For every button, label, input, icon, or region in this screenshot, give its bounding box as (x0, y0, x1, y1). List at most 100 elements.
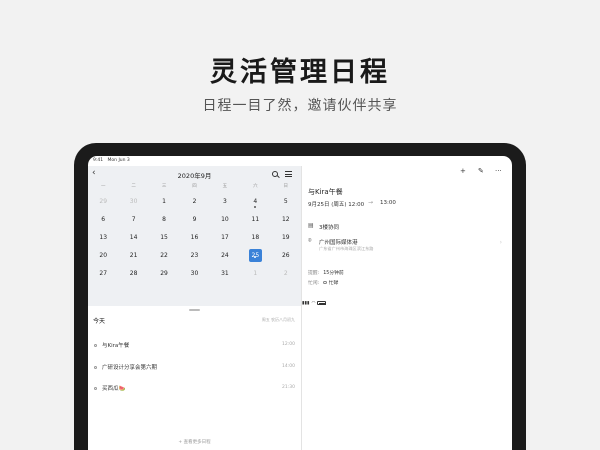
event-item-time: 21:30 (282, 385, 295, 390)
day-number: 30 (190, 269, 199, 277)
status-clock: 9:41 (93, 158, 104, 163)
menu-icon[interactable] (285, 171, 292, 177)
day-cell[interactable]: 30 (118, 192, 148, 210)
event-item-title: 广研设计分享会第六期 (102, 365, 158, 371)
app-screen: 9:41 Mon Jun 3 ▮▮▮ ◠ ‹ 2020年9月 一二三四五六日 2… (88, 156, 512, 450)
month-calendar: ‹ 2020年9月 一二三四五六日 29 30 1 2 3 4 5 6 7 8 9 10 11 12 13 1… (88, 166, 301, 306)
day-number: 12 (281, 215, 290, 223)
day-number: 31 (221, 269, 229, 277)
drag-handle[interactable] (189, 309, 200, 311)
day-number: 3 (223, 197, 227, 205)
day-cell[interactable]: 11 (240, 210, 270, 228)
day-cell[interactable]: 22 (149, 246, 179, 264)
day-number: 18 (251, 233, 260, 241)
day-cell[interactable]: 29 (149, 264, 179, 282)
day-number: 16 (190, 233, 199, 241)
day-cell[interactable]: 26 (271, 246, 301, 264)
reminder-row[interactable]: 提醒: 15分钟前 (308, 269, 344, 276)
day-cell[interactable]: 18 (240, 228, 270, 246)
calendar-header: ‹ 2020年9月 (88, 168, 301, 180)
day-cell[interactable]: 15 (149, 228, 179, 246)
day-cell[interactable]: 30 (179, 264, 209, 282)
event-item-time: 14:00 (282, 364, 295, 369)
day-cell[interactable]: 14 (118, 228, 148, 246)
day-cell[interactable]: 10 (210, 210, 240, 228)
day-cell[interactable]: 2 (179, 192, 209, 210)
day-number: 15 (160, 233, 168, 241)
event-address: 广东省广州市海珠区滨江东路 (319, 246, 374, 251)
day-number: 7 (131, 215, 136, 223)
event-item-title: 买西瓜🍉 (102, 386, 126, 392)
busy-status-label: 忙闲: (308, 281, 320, 286)
day-cell[interactable]: 28 (118, 264, 148, 282)
day-number: 20 (99, 251, 108, 259)
chevron-right-icon[interactable]: › (500, 239, 502, 246)
status-date: Mon Jun 3 (107, 158, 130, 163)
day-cell-selected[interactable]: 25 (240, 246, 270, 264)
busy-status-value: 忙碌 (328, 281, 339, 286)
ipad-frame: 9:41 Mon Jun 3 ▮▮▮ ◠ ‹ 2020年9月 一二三四五六日 2… (74, 143, 526, 450)
busy-status-row[interactable]: 忙闲: 忙碌 (308, 279, 338, 286)
search-icon[interactable] (272, 171, 278, 177)
day-cell[interactable]: 20 (88, 246, 118, 264)
day-cell[interactable]: 7 (118, 210, 148, 228)
day-cell[interactable]: 23 (179, 246, 209, 264)
day-number: 25 (248, 248, 262, 262)
day-number: 23 (190, 251, 199, 259)
day-cell[interactable]: 16 (179, 228, 209, 246)
event-start[interactable]: 9月25日 (周五) 12:00 (308, 200, 364, 208)
add-icon[interactable]: + (460, 167, 466, 175)
calendar-pane: ‹ 2020年9月 一二三四五六日 29 30 1 2 3 4 5 6 7 8 9 10 11 12 13 1… (88, 166, 301, 450)
day-number: 9 (192, 215, 197, 223)
day-cell[interactable]: 2 (271, 264, 301, 282)
today-lunar-date: 周五 农历八月初九 (261, 317, 295, 322)
list-item[interactable]: 广研设计分享会第六期 14:00 (88, 363, 301, 373)
list-item[interactable]: 买西瓜🍉 21:30 (88, 384, 301, 394)
event-item-title: 与Kira午餐 (102, 343, 130, 349)
day-cell[interactable]: 21 (118, 246, 148, 264)
day-cell[interactable]: 8 (149, 210, 179, 228)
day-cell[interactable]: 27 (88, 264, 118, 282)
event-location[interactable]: 广州国际媒体港 (319, 238, 358, 246)
status-bar: 9:41 Mon Jun 3 ▮▮▮ ◠ (88, 156, 512, 306)
day-number: 17 (221, 233, 229, 241)
day-cell[interactable]: 3 (210, 192, 240, 210)
event-end[interactable]: 13:00 (380, 200, 396, 206)
day-number: 2 (283, 269, 288, 277)
day-number: 24 (221, 251, 229, 259)
room-icon: ▤ (308, 222, 314, 229)
edit-icon[interactable]: ✎ (478, 167, 484, 175)
weekday-label: 六 (253, 184, 258, 189)
day-cell[interactable]: 6 (88, 210, 118, 228)
day-number: 27 (99, 269, 108, 277)
weekday-header: 一二三四五六日 (88, 183, 301, 189)
calendar-month-title[interactable]: 2020年9月 (88, 170, 301, 180)
day-number: 30 (129, 197, 138, 205)
event-bullet-icon (94, 387, 97, 390)
event-bullet-icon (94, 344, 97, 347)
day-cell[interactable]: 24 (210, 246, 240, 264)
reminder-value: 15分钟前 (323, 271, 344, 276)
day-number: 22 (160, 251, 168, 259)
day-cell[interactable]: 31 (210, 264, 240, 282)
event-detail-pane: + ✎ ··· 与Kira午餐 9月25日 (周五) 12:00 → 13:00… (302, 166, 512, 450)
day-cell[interactable]: 19 (271, 228, 301, 246)
day-cell[interactable]: 1 (240, 264, 270, 282)
day-number: 19 (281, 233, 290, 241)
day-cell[interactable]: 12 (271, 210, 301, 228)
list-item[interactable]: 与Kira午餐 12:00 (88, 341, 301, 351)
view-more-button[interactable]: + 查看更多日程 (88, 439, 301, 445)
day-cell[interactable]: 17 (210, 228, 240, 246)
day-cell[interactable]: 1 (149, 192, 179, 210)
hero-title: 灵活管理日程 (210, 57, 390, 88)
day-cell[interactable]: 13 (88, 228, 118, 246)
weekday-label: 二 (131, 184, 136, 189)
day-cell[interactable]: 5 (271, 192, 301, 210)
more-icon[interactable]: ··· (495, 167, 502, 175)
day-number: 11 (251, 215, 260, 223)
day-number: 2 (192, 197, 197, 205)
day-cell[interactable]: 9 (179, 210, 209, 228)
day-number: 13 (99, 233, 108, 241)
day-cell[interactable]: 29 (88, 192, 118, 210)
day-cell[interactable]: 4 (240, 192, 270, 210)
